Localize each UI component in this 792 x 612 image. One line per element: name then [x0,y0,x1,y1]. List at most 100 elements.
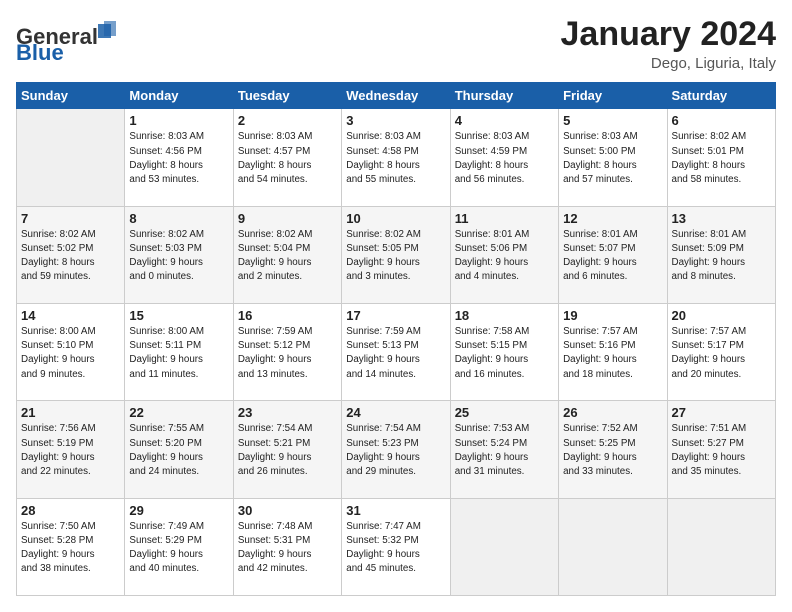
day-number: 30 [238,503,337,518]
table-row: 23 Sunrise: 7:54 AMSunset: 5:21 PMDayligh… [233,401,341,498]
day-info: Sunrise: 8:01 AMSunset: 5:07 PMDaylight:… [563,228,662,285]
col-wednesday: Wednesday [342,83,450,109]
day-info: Sunrise: 8:02 AMSunset: 5:04 PMDaylight:… [238,228,337,285]
table-row: 16 Sunrise: 7:59 AMSunset: 5:12 PMDayligh… [233,304,341,401]
day-info: Sunrise: 7:48 AMSunset: 5:31 PMDaylight:… [238,520,337,577]
table-row: 12 Sunrise: 8:01 AMSunset: 5:07 PMDayligh… [559,206,667,303]
table-row: 26 Sunrise: 7:52 AMSunset: 5:25 PMDayligh… [559,401,667,498]
table-row: 28 Sunrise: 7:50 AMSunset: 5:28 PMDayligh… [17,498,125,595]
day-number: 3 [346,113,445,128]
day-info: Sunrise: 8:03 AMSunset: 4:59 PMDaylight:… [455,130,554,187]
day-number: 31 [346,503,445,518]
col-saturday: Saturday [667,83,775,109]
table-row: 9Sunrise: 8:02 AMSunset: 5:04 PMDaylight… [233,206,341,303]
week-row-1: 7Sunrise: 8:02 AMSunset: 5:02 PMDaylight… [17,206,776,303]
day-info: Sunrise: 8:03 AMSunset: 4:56 PMDaylight:… [129,130,228,187]
day-number: 25 [455,405,554,420]
title-block: January 2024 Dego, Liguria, Italy [561,16,777,72]
table-row [17,109,125,206]
month-title: January 2024 [561,16,777,53]
table-row: 21 Sunrise: 7:56 AMSunset: 5:19 PMDayligh… [17,401,125,498]
day-info: Sunrise: 7:47 AMSunset: 5:32 PMDaylight:… [346,520,445,577]
table-row: 30 Sunrise: 7:48 AMSunset: 5:31 PMDayligh… [233,498,341,595]
day-info: Sunrise: 7:56 AMSunset: 5:19 PMDaylight:… [21,422,120,479]
week-row-4: 28 Sunrise: 7:50 AMSunset: 5:28 PMDayligh… [17,498,776,595]
week-row-0: 1 Sunrise: 8:03 AMSunset: 4:56 PMDaylight… [17,109,776,206]
day-info: Sunrise: 8:00 AMSunset: 5:11 PMDaylight:… [129,325,228,382]
day-number: 17 [346,308,445,323]
day-info: Sunrise: 8:02 AMSunset: 5:01 PMDaylight:… [672,130,771,187]
day-number: 26 [563,405,662,420]
day-info: Sunrise: 7:51 AMSunset: 5:27 PMDaylight:… [672,422,771,479]
day-number: 12 [563,211,662,226]
table-row: 31 Sunrise: 7:47 AMSunset: 5:32 PMDayligh… [342,498,450,595]
day-number: 6 [672,113,771,128]
day-info: Sunrise: 7:54 AMSunset: 5:23 PMDaylight:… [346,422,445,479]
table-row: 3 Sunrise: 8:03 AMSunset: 4:58 PMDaylight… [342,109,450,206]
day-info: Sunrise: 7:54 AMSunset: 5:21 PMDaylight:… [238,422,337,479]
day-info: Sunrise: 8:01 AMSunset: 5:06 PMDaylight:… [455,228,554,285]
table-row: 24Sunrise: 7:54 AMSunset: 5:23 PMDayligh… [342,401,450,498]
day-number: 1 [129,113,228,128]
day-number: 16 [238,308,337,323]
col-tuesday: Tuesday [233,83,341,109]
table-row [667,498,775,595]
day-info: Sunrise: 7:59 AMSunset: 5:12 PMDaylight:… [238,325,337,382]
day-info: Sunrise: 7:50 AMSunset: 5:28 PMDaylight:… [21,520,120,577]
header: General Blue January 2024 Dego, Liguria,… [16,16,776,72]
day-number: 21 [21,405,120,420]
table-row: 5Sunrise: 8:03 AMSunset: 5:00 PMDaylight… [559,109,667,206]
day-number: 8 [129,211,228,226]
calendar: Sunday Monday Tuesday Wednesday Thursday… [16,82,776,596]
table-row: 27 Sunrise: 7:51 AMSunset: 5:27 PMDayligh… [667,401,775,498]
table-row: 10 Sunrise: 8:02 AMSunset: 5:05 PMDayligh… [342,206,450,303]
weekday-header-row: Sunday Monday Tuesday Wednesday Thursday… [17,83,776,109]
table-row [450,498,558,595]
day-number: 11 [455,211,554,226]
table-row: 6 Sunrise: 8:02 AMSunset: 5:01 PMDaylight… [667,109,775,206]
svg-text:Blue: Blue [16,40,64,64]
day-info: Sunrise: 8:02 AMSunset: 5:05 PMDaylight:… [346,228,445,285]
logo-text: General Blue [16,16,126,69]
table-row: 13Sunrise: 8:01 AMSunset: 5:09 PMDayligh… [667,206,775,303]
table-row: 2Sunrise: 8:03 AMSunset: 4:57 PMDaylight… [233,109,341,206]
table-row [559,498,667,595]
day-number: 19 [563,308,662,323]
day-number: 4 [455,113,554,128]
week-row-2: 14 Sunrise: 8:00 AMSunset: 5:10 PMDayligh… [17,304,776,401]
day-number: 5 [563,113,662,128]
day-info: Sunrise: 7:57 AMSunset: 5:17 PMDaylight:… [672,325,771,382]
day-number: 23 [238,405,337,420]
day-info: Sunrise: 7:49 AMSunset: 5:29 PMDaylight:… [129,520,228,577]
day-number: 15 [129,308,228,323]
day-info: Sunrise: 7:53 AMSunset: 5:24 PMDaylight:… [455,422,554,479]
table-row: 7Sunrise: 8:02 AMSunset: 5:02 PMDaylight… [17,206,125,303]
day-info: Sunrise: 8:03 AMSunset: 4:58 PMDaylight:… [346,130,445,187]
day-number: 22 [129,405,228,420]
day-info: Sunrise: 7:59 AMSunset: 5:13 PMDaylight:… [346,325,445,382]
day-number: 18 [455,308,554,323]
day-number: 20 [672,308,771,323]
table-row: 14 Sunrise: 8:00 AMSunset: 5:10 PMDayligh… [17,304,125,401]
day-info: Sunrise: 8:02 AMSunset: 5:02 PMDaylight:… [21,228,120,285]
day-number: 10 [346,211,445,226]
table-row: 29 Sunrise: 7:49 AMSunset: 5:29 PMDayligh… [125,498,233,595]
day-number: 14 [21,308,120,323]
day-info: Sunrise: 8:00 AMSunset: 5:10 PMDaylight:… [21,325,120,382]
col-thursday: Thursday [450,83,558,109]
day-info: Sunrise: 7:52 AMSunset: 5:25 PMDaylight:… [563,422,662,479]
day-info: Sunrise: 8:03 AMSunset: 4:57 PMDaylight:… [238,130,337,187]
col-friday: Friday [559,83,667,109]
table-row: 18 Sunrise: 7:58 AMSunset: 5:15 PMDayligh… [450,304,558,401]
table-row: 8 Sunrise: 8:02 AMSunset: 5:03 PMDaylight… [125,206,233,303]
day-number: 27 [672,405,771,420]
col-sunday: Sunday [17,83,125,109]
table-row: 4 Sunrise: 8:03 AMSunset: 4:59 PMDaylight… [450,109,558,206]
day-info: Sunrise: 7:55 AMSunset: 5:20 PMDaylight:… [129,422,228,479]
day-info: Sunrise: 8:02 AMSunset: 5:03 PMDaylight:… [129,228,228,285]
day-info: Sunrise: 7:57 AMSunset: 5:16 PMDaylight:… [563,325,662,382]
day-number: 29 [129,503,228,518]
week-row-3: 21 Sunrise: 7:56 AMSunset: 5:19 PMDayligh… [17,401,776,498]
day-info: Sunrise: 7:58 AMSunset: 5:15 PMDaylight:… [455,325,554,382]
day-number: 28 [21,503,120,518]
